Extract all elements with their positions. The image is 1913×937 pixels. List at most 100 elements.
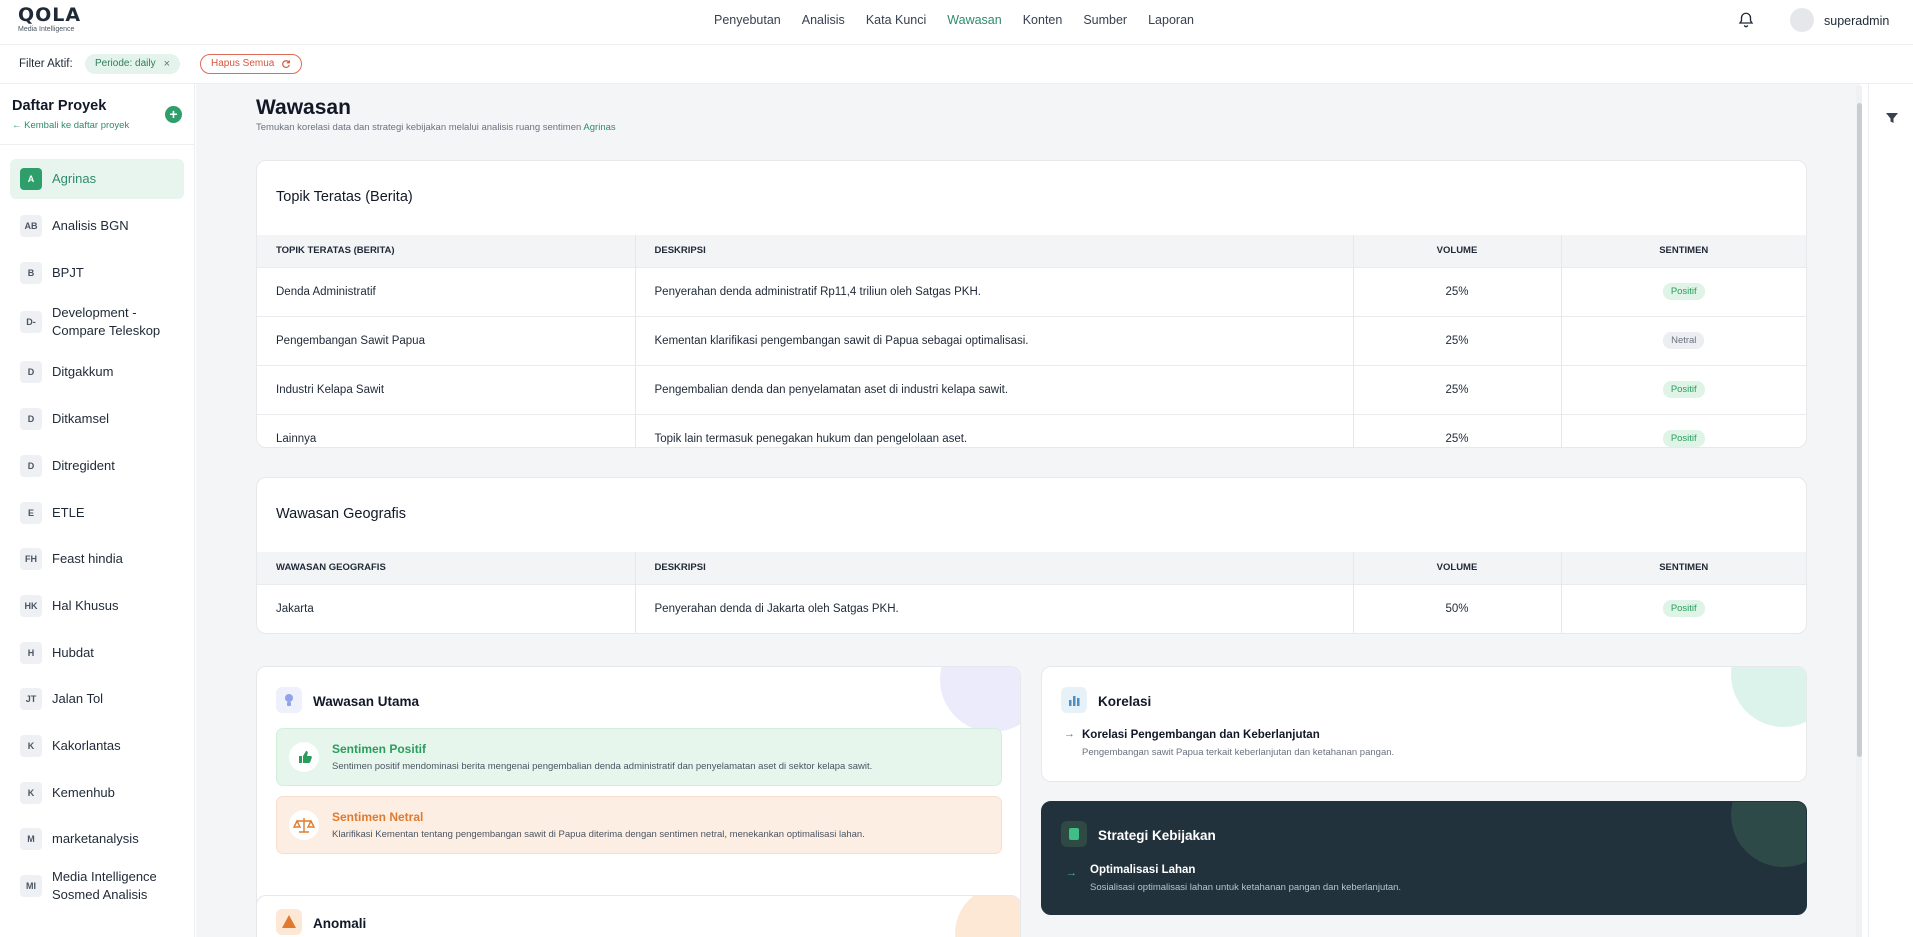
column-header[interactable]: SENTIMEN (1561, 552, 1806, 584)
sentiment-badge: Positif (1662, 381, 1705, 398)
column-header[interactable]: SENTIMEN (1561, 235, 1806, 267)
column-header[interactable]: VOLUME (1353, 552, 1562, 584)
correlation-card: Korelasi → Korelasi Pengembangan dan Keb… (1041, 666, 1807, 782)
volume-cell: 25% (1353, 266, 1562, 316)
project-item[interactable]: D Ditgakkum (10, 352, 184, 392)
main-content: Wawasan Temukan korelasi data dan strate… (196, 84, 1860, 937)
back-to-projects-link[interactable]: ← Kembali ke daftar proyek (12, 120, 129, 131)
description-cell: Pengembalian denda dan penyelamatan aset… (635, 364, 1354, 414)
project-label: Feast hindia (52, 551, 123, 566)
project-label: BPJT (52, 265, 84, 280)
project-item[interactable]: MI Media Intelligence Sosmed Analisis (10, 865, 184, 907)
main-scrollbar-thumb[interactable] (1857, 103, 1862, 757)
clear-filters-button[interactable]: Hapus Semua (200, 54, 303, 74)
project-badge: D (20, 361, 42, 383)
project-label: Kemenhub (52, 785, 115, 800)
plus-circle-icon[interactable]: + (165, 106, 182, 123)
anomaly-card: Anomali (256, 895, 1021, 937)
logo-wordmark: QOLA (18, 4, 82, 26)
project-item[interactable]: Mmarketanalysis (10, 819, 184, 859)
column-header[interactable]: WAWASAN GEOGRAFIS (257, 552, 636, 584)
username[interactable]: superadmin (1824, 14, 1889, 28)
project-item[interactable]: JT Jalan Tol (10, 679, 184, 719)
right-rail (1868, 84, 1913, 937)
table-row[interactable]: Jakarta Penyerahan denda di Jakarta oleh… (257, 583, 1806, 633)
project-badge: K (20, 735, 42, 757)
project-item[interactable]: D- Development - Compare Teleskop (10, 301, 184, 343)
geo-insight-title: Wawasan Geografis (276, 506, 407, 522)
description-cell: Penyerahan denda administratif Rp11,4 tr… (635, 266, 1354, 316)
filter-chip-label: Periode: daily (95, 58, 156, 69)
logo-subtitle: Media Intelligence (18, 26, 75, 33)
filter-icon[interactable] (1885, 111, 1899, 125)
arrow-right-icon: → (1064, 728, 1075, 740)
project-label: Development - Compare Teleskop (52, 305, 161, 338)
top-navbar: QOLA Media Intelligence Penyebutan Anali… (0, 0, 1913, 45)
nav-kata-kunci[interactable]: Kata Kunci (866, 13, 926, 27)
volume-cell: 50% (1353, 583, 1562, 633)
project-item[interactable]: E ETLE (10, 493, 184, 533)
policy-item-title: Optimalisasi Lahan (1090, 864, 1196, 876)
project-item[interactable]: K Kakorlantas (10, 726, 184, 766)
app-logo[interactable]: QOLA Media Intelligence (18, 5, 81, 33)
project-badge: D- (20, 311, 42, 333)
project-label: Ditregident (52, 458, 115, 473)
top-topics-title: Topik Teratas (Berita) (276, 189, 413, 205)
description-cell: Penyerahan denda di Jakarta oleh Satgas … (635, 583, 1354, 633)
project-sidebar: Daftar Proyek ← Kembali ke daftar proyek… (0, 84, 195, 937)
project-label: ETLE (52, 505, 85, 520)
project-item[interactable]: K Kemenhub (10, 773, 184, 813)
project-badge: M (20, 828, 42, 850)
project-item[interactable]: H Hubdat (10, 633, 184, 673)
topic-cell: Industri Kelapa Sawit (257, 364, 636, 414)
user-avatar[interactable] (1790, 8, 1814, 32)
project-item[interactable]: HK Hal Khusus (10, 586, 184, 626)
project-label: Hal Khusus (52, 598, 119, 613)
nav-penyebutan[interactable]: Penyebutan (714, 13, 781, 27)
column-header[interactable]: TOPIK TERATAS (BERITA) (257, 235, 636, 267)
nav-konten[interactable]: Konten (1023, 13, 1063, 27)
project-badge: AB (20, 215, 42, 237)
project-label: Ditgakkum (52, 364, 114, 379)
page-subtitle: Temukan korelasi data dan strategi kebij… (256, 122, 616, 133)
nav-laporan[interactable]: Laporan (1148, 13, 1194, 27)
sentiment-cell: Positif (1561, 413, 1806, 447)
project-badge: MI (20, 875, 42, 897)
column-header[interactable]: DESKRIPSI (635, 552, 1354, 584)
nav-analisis[interactable]: Analisis (802, 13, 845, 27)
table-header-row: WAWASAN GEOGRAFIS DESKRIPSI VOLUME SENTI… (257, 552, 1806, 584)
table-row[interactable]: Denda Administratif Penyerahan denda adm… (257, 266, 1806, 316)
thumbs-up-icon (289, 742, 319, 772)
filter-chip-period[interactable]: Periode: daily × (85, 54, 181, 74)
decorative-bubble (955, 896, 1020, 937)
table-row[interactable]: Pengembangan Sawit Papua Kementan klarif… (257, 315, 1806, 365)
decorative-bubble (940, 667, 1020, 732)
volume-cell: 25% (1353, 315, 1562, 365)
project-badge: FH (20, 548, 42, 570)
filter-bar: Filter Aktif: Periode: daily × Hapus Sem… (0, 45, 1913, 84)
topic-cell: Pengembangan Sawit Papua (257, 315, 636, 365)
project-label: marketanalysis (52, 831, 139, 846)
table-row[interactable]: Lainnya Topik lain termasuk penegakan hu… (257, 413, 1806, 447)
page-subtitle-project: Agrinas (583, 122, 616, 133)
nav-sumber[interactable]: Sumber (1083, 13, 1127, 27)
column-header[interactable]: VOLUME (1353, 235, 1562, 267)
project-badge: E (20, 502, 42, 524)
policy-strategy-title: Strategi Kebijakan (1098, 828, 1216, 843)
bell-icon[interactable] (1737, 11, 1755, 29)
column-header[interactable]: DESKRIPSI (635, 235, 1354, 267)
project-item[interactable]: FH Feast hindia (10, 539, 184, 579)
project-item[interactable]: AB Analisis BGN (10, 206, 184, 246)
table-row[interactable]: Industri Kelapa Sawit Pengembalian denda… (257, 364, 1806, 414)
sentiment-cell: Positif (1561, 266, 1806, 316)
project-item[interactable]: D Ditkamsel (10, 399, 184, 439)
project-item[interactable]: B BPJT (10, 253, 184, 293)
correlation-title: Korelasi (1098, 694, 1152, 709)
nav-wawasan[interactable]: Wawasan (947, 13, 1001, 27)
project-badge: A (20, 168, 42, 190)
project-item[interactable]: A Agrinas (10, 159, 184, 199)
top-topics-card: Topik Teratas (Berita) TOPIK TERATAS (BE… (256, 160, 1807, 448)
close-icon[interactable]: × (164, 54, 170, 74)
refresh-icon (282, 60, 291, 68)
project-item[interactable]: D Ditregident (10, 446, 184, 486)
